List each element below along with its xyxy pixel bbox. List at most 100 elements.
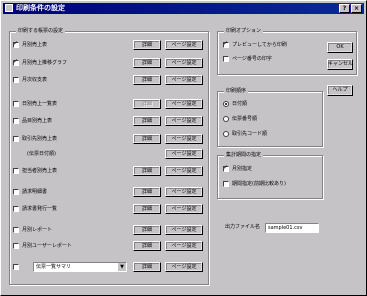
preview-option-label: プレビューしてから印刷 (232, 42, 287, 48)
report-settings-label: 印刷する帳票の設定 (16, 28, 66, 35)
period-group: 集計期間の指定 (217, 152, 323, 199)
sort-date-option: 日付順 (223, 100, 313, 109)
report-checkbox[interactable] (13, 136, 19, 142)
sort-order-label: 印刷順序 (224, 88, 249, 95)
page-setup-button[interactable]: ページ設定 (165, 116, 203, 126)
report-label: 月別売上推移グラフ (22, 60, 68, 66)
chevron-down-icon[interactable]: ▼ (117, 263, 126, 271)
page-setup-button[interactable]: ページ設定 (165, 134, 203, 144)
sort-code-label: 取引先コード順 (232, 131, 268, 137)
sort-number-radio[interactable] (223, 116, 229, 122)
page-number-checkbox[interactable] (223, 56, 229, 62)
page-setup-button[interactable]: ページ設定 (165, 75, 203, 85)
monthly-label: 月別指定 (232, 166, 253, 172)
report-row: 日別売上一覧表 詳細 ページ設定 (13, 99, 203, 109)
report-checkbox[interactable] (13, 206, 19, 212)
page-setup-button[interactable]: ページ設定 (165, 99, 203, 109)
app-icon (5, 4, 13, 12)
monthly-checkbox[interactable] (223, 164, 229, 172)
report-label: 品目別売上表 (22, 118, 53, 124)
report-row: 月別レポート 詳細 ページ設定 (13, 225, 203, 235)
page-number-option-label: ページ番号の印字 (232, 56, 272, 62)
page-setup-button[interactable]: ページ設定 (165, 187, 203, 197)
output-file-label: 出力ファイル名 (225, 224, 261, 230)
page-setup-button[interactable]: ページ設定 (165, 241, 203, 251)
output-file-input[interactable]: sample01.csv (265, 223, 319, 233)
report-row: 月次収支表 詳細 ページ設定 (13, 75, 203, 85)
report-row: 月別売上推移グラフ 詳細ページ設定 (13, 58, 203, 68)
page-setup-button[interactable]: ページ設定 (165, 40, 203, 50)
report-checkbox[interactable] (13, 243, 19, 249)
cancel-button[interactable]: キャンセル (327, 59, 353, 70)
print-options-label: 印刷オプション (224, 28, 264, 35)
report-checkbox[interactable] (13, 101, 19, 107)
detail-button[interactable]: 詳細 (133, 40, 161, 50)
report-row: 月別売上表 詳細ページ設定 (13, 40, 203, 50)
detail-button[interactable]: 詳細 (133, 75, 161, 85)
page-number-option: ページ番号の印字 (223, 55, 323, 64)
custom-page-setup-button[interactable]: ページ設定 (165, 262, 203, 272)
custom-report-checkbox[interactable] (13, 264, 19, 270)
help-title-button[interactable]: ? (339, 4, 350, 13)
detail-button[interactable]: 詳細 (133, 187, 161, 197)
detail-button[interactable]: 詳細 (133, 204, 161, 214)
report-label: 月別ユーザーレポート (22, 243, 72, 249)
ok-button[interactable]: OK (327, 42, 353, 53)
report-checkbox[interactable] (13, 58, 19, 66)
report-label: 月別レポート (22, 227, 53, 233)
detail-button[interactable]: 詳細 (133, 225, 161, 235)
sort-code-option: 取引先コード順 (223, 130, 313, 139)
report-row: 請求明細書 詳細 ページ設定 (13, 187, 203, 197)
page-setup-button[interactable]: ページ設定 (165, 166, 203, 176)
custom-report-select-value: 伝票一覧サマリ (36, 264, 72, 270)
report-checkbox[interactable] (13, 227, 19, 233)
monthly-option: 月別指定 (223, 164, 319, 174)
page-setup-button[interactable]: ページ設定 (165, 58, 203, 68)
range-option: 期間指定(前期比較あり) (223, 180, 319, 189)
report-checkbox[interactable] (13, 168, 19, 174)
detail-button[interactable]: 詳細 (133, 116, 161, 126)
close-title-button[interactable]: × (351, 4, 362, 13)
report-label: 取引先別売上表 (22, 136, 58, 142)
page-setup-button[interactable]: ページ設定 (165, 225, 203, 235)
window-title: 印刷条件の設定 (16, 4, 65, 12)
report-row: 品目別売上表 詳細 ページ設定 (13, 116, 203, 126)
range-checkbox[interactable] (223, 181, 229, 187)
detail-button[interactable]: 詳細 (133, 134, 161, 144)
custom-report-select[interactable]: 伝票一覧サマリ ▼ (33, 262, 127, 272)
range-label: 期間指定(前期比較あり) (232, 181, 286, 187)
sort-code-radio[interactable] (223, 131, 229, 137)
sort-number-option: 伝票番号順 (223, 115, 313, 124)
report-label: 月別売上表 (22, 42, 48, 48)
report-row: 月別ユーザーレポート 詳細 ページ設定 (13, 241, 203, 251)
report-checkbox[interactable] (13, 77, 19, 83)
report-row: (伝票日付順) ページ設定 (13, 149, 203, 159)
report-row: 取引先別売上表 詳細 ページ設定 (13, 134, 203, 144)
preview-option: プレビューしてから印刷 (223, 40, 323, 50)
report-label: 月次収支表 (22, 77, 48, 83)
detail-button[interactable]: 詳細 (133, 58, 161, 68)
sort-number-label: 伝票番号順 (232, 116, 258, 122)
report-checkbox[interactable] (13, 189, 19, 195)
page-setup-button[interactable]: ページ設定 (165, 149, 203, 159)
detail-button[interactable]: 詳細 (133, 166, 161, 176)
report-row: 請求書発行一覧 詳細 ページ設定 (13, 204, 203, 214)
custom-detail-button[interactable]: 詳細 (133, 262, 161, 272)
report-checkbox[interactable] (13, 40, 19, 48)
report-label: (伝票日付順) (27, 151, 56, 157)
title-bar: 印刷条件の設定 ? × (3, 3, 364, 14)
sort-date-label: 日付順 (232, 101, 248, 107)
report-label: 請求明細書 (22, 189, 48, 195)
custom-report-row: 伝票一覧サマリ ▼ 詳細 ページ設定 (13, 262, 203, 272)
sort-date-radio[interactable] (223, 101, 229, 107)
report-label: 担当者別売上表 (22, 168, 58, 174)
report-label: 日別売上一覧表 (22, 101, 58, 107)
detail-button[interactable]: 詳細 (133, 241, 161, 251)
dialog-window: 印刷条件の設定 ? × 印刷する帳票の設定 月別売上表詳細ページ設定月別売上推移… (0, 0, 367, 296)
report-checkbox[interactable] (13, 118, 19, 124)
report-label: 請求書発行一覧 (22, 206, 58, 212)
help-button[interactable]: ヘルプ (327, 85, 353, 96)
preview-checkbox[interactable] (223, 40, 229, 48)
page-setup-button[interactable]: ページ設定 (165, 204, 203, 214)
detail-button[interactable]: 詳細 (133, 99, 161, 109)
